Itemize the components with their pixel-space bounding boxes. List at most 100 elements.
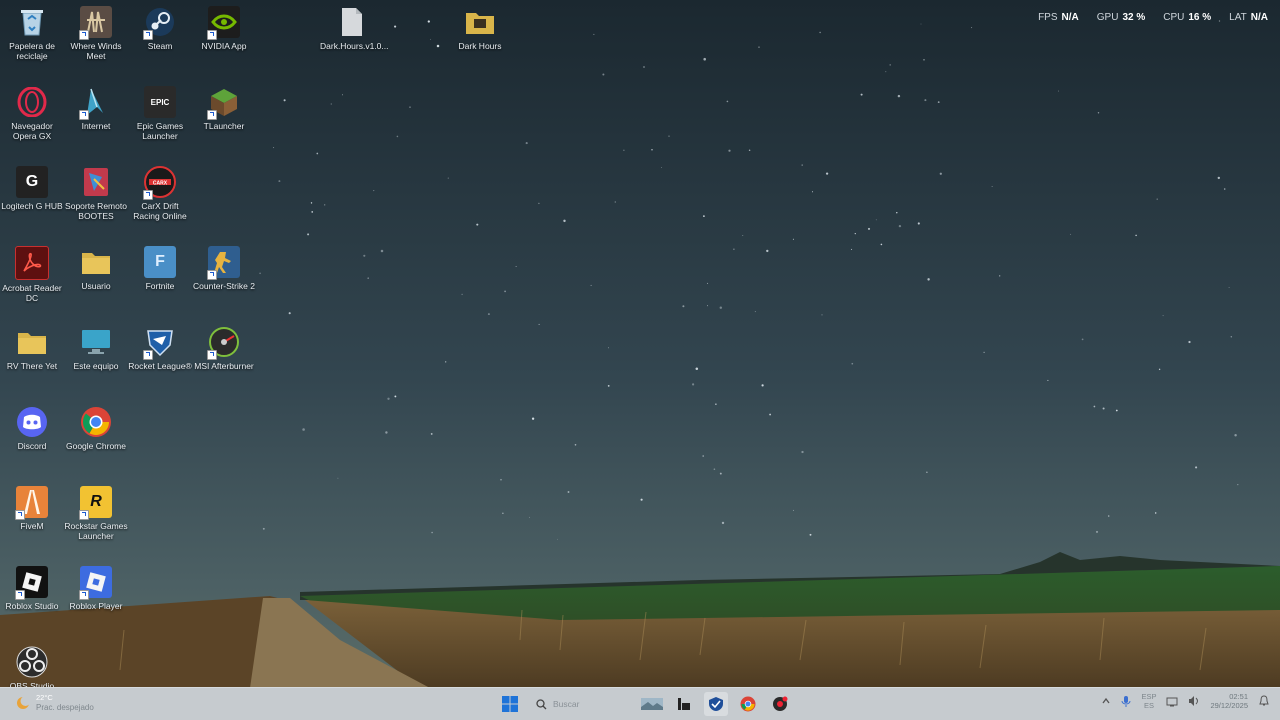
desktop-icon-discord[interactable]: Discord bbox=[0, 406, 64, 451]
weather-widget[interactable]: 22°C Prac. despejado bbox=[16, 693, 94, 712]
star bbox=[302, 428, 305, 431]
desktop-icon-counter-strike-2[interactable]: Counter-Strike 2 bbox=[192, 246, 256, 291]
desktop-icon-rocket-league[interactable]: Rocket League® bbox=[128, 326, 192, 371]
icon-label: Dark.Hours.v1.0... bbox=[320, 41, 389, 51]
desktop-icon-recycle-bin[interactable]: Papelera de reciclaje bbox=[0, 6, 64, 61]
desktop-icon-steam[interactable]: Steam bbox=[128, 6, 192, 51]
this-pc-icon bbox=[80, 326, 112, 358]
star bbox=[429, 38, 431, 40]
star bbox=[1162, 315, 1164, 317]
desktop-icon-opera-gx[interactable]: Navegador Opera GX bbox=[0, 86, 64, 141]
desktop-icon-rockstar-launcher[interactable]: R Rockstar Games Launcher bbox=[64, 486, 128, 541]
star bbox=[801, 164, 803, 166]
desktop-icon-nvidia-app[interactable]: NVIDIA App bbox=[192, 6, 256, 51]
search-placeholder: Buscar bbox=[553, 699, 580, 709]
desktop-icon-msi-afterburner[interactable]: MSI Afterburner bbox=[192, 326, 256, 371]
desktop-icon-fivem[interactable]: FiveM bbox=[0, 486, 64, 531]
desktop-icon-este-equipo[interactable]: Este equipo bbox=[64, 326, 128, 371]
star bbox=[310, 202, 313, 204]
desktop-icon-roblox-player[interactable]: Roblox Player bbox=[64, 566, 128, 611]
network-icon[interactable] bbox=[1166, 695, 1178, 707]
taskbar-security-app[interactable] bbox=[704, 692, 728, 716]
language-indicator[interactable]: ESP ES bbox=[1141, 692, 1156, 710]
star bbox=[999, 275, 1001, 277]
star bbox=[436, 44, 440, 48]
microphone-icon[interactable] bbox=[1121, 695, 1131, 707]
star bbox=[341, 94, 344, 96]
star bbox=[707, 305, 708, 307]
desktop-icon-internet[interactable]: Internet bbox=[64, 86, 128, 131]
star bbox=[851, 248, 853, 250]
desktop-icon-logitech-g-hub[interactable]: G Logitech G HUB bbox=[0, 166, 64, 211]
chrome-icon bbox=[740, 696, 756, 712]
star bbox=[330, 103, 332, 105]
star bbox=[1093, 405, 1096, 408]
star bbox=[563, 219, 566, 223]
star bbox=[1156, 198, 1158, 200]
epic-games-icon: EPIC bbox=[144, 86, 176, 118]
star bbox=[703, 215, 705, 217]
star bbox=[445, 361, 447, 363]
desktop-icon-roblox-studio[interactable]: Roblox Studio bbox=[0, 566, 64, 611]
star bbox=[1154, 512, 1157, 514]
star bbox=[278, 180, 281, 183]
clock[interactable]: 02:51 29/12/2025 bbox=[1210, 692, 1248, 710]
star bbox=[262, 527, 265, 530]
folder-icon bbox=[16, 326, 48, 358]
desktop-icon-google-chrome[interactable]: Google Chrome bbox=[64, 406, 128, 451]
star bbox=[821, 314, 823, 316]
desktop-icon-dark-hours-file[interactable]: Dark.Hours.v1.0... bbox=[320, 6, 389, 51]
star bbox=[504, 290, 507, 293]
taskbar-widgets-button[interactable] bbox=[640, 692, 664, 716]
desktop-icon-rv-there-yet[interactable]: RV There Yet bbox=[0, 326, 64, 371]
star bbox=[1115, 409, 1118, 412]
star bbox=[867, 227, 871, 230]
star bbox=[1097, 112, 1100, 114]
star bbox=[259, 272, 261, 275]
icon-label: Where Winds Meet bbox=[70, 41, 122, 61]
roblox-studio-icon bbox=[15, 566, 48, 600]
shield-icon bbox=[709, 697, 723, 711]
tlauncher-icon bbox=[207, 86, 240, 120]
taskbar-chrome[interactable] bbox=[736, 692, 760, 716]
icon-label: Soporte Remoto BOOTES bbox=[65, 201, 127, 221]
star bbox=[854, 232, 856, 235]
desktop-icon-epic-games[interactable]: EPIC Epic Games Launcher bbox=[128, 86, 192, 141]
weather-condition: Prac. despejado bbox=[36, 703, 94, 712]
folder-icon bbox=[80, 246, 112, 278]
volume-icon[interactable] bbox=[1188, 695, 1200, 707]
notification-bell-icon[interactable] bbox=[1258, 695, 1270, 707]
fps-label: FPS bbox=[1038, 12, 1058, 23]
taskbar-apps: Buscar bbox=[498, 692, 792, 716]
star bbox=[754, 311, 756, 313]
taskbar-app-notification[interactable] bbox=[768, 692, 792, 716]
desktop-icon-tlauncher[interactable]: TLauncher bbox=[192, 86, 256, 131]
steam-icon bbox=[143, 6, 176, 40]
star bbox=[316, 152, 319, 155]
star bbox=[593, 33, 595, 35]
shortcut-arrow-icon bbox=[207, 270, 217, 280]
folder-icon bbox=[464, 6, 496, 38]
taskbar-task-view-button[interactable] bbox=[672, 692, 696, 716]
desktop-icon-remote-support[interactable]: Soporte Remoto BOOTES bbox=[64, 166, 128, 221]
star bbox=[898, 224, 902, 228]
star bbox=[983, 351, 985, 354]
desktop-icon-fortnite[interactable]: F Fortnite bbox=[128, 246, 192, 291]
desktop-icon-dark-hours-folder[interactable]: Dark Hours bbox=[448, 6, 512, 51]
taskbar-search[interactable]: Buscar bbox=[530, 693, 632, 715]
star bbox=[1234, 434, 1237, 437]
star bbox=[769, 413, 772, 416]
star bbox=[528, 516, 530, 518]
star bbox=[728, 149, 731, 152]
desktop-icon-usuario[interactable]: Usuario bbox=[64, 246, 128, 291]
start-button[interactable] bbox=[498, 692, 522, 716]
star bbox=[283, 99, 286, 102]
star bbox=[476, 223, 479, 226]
desktop-icon-where-winds-meet[interactable]: Where Winds Meet bbox=[64, 6, 128, 61]
star bbox=[525, 142, 528, 145]
desktop-icon-obs-studio[interactable]: OBS Studio bbox=[0, 646, 64, 691]
chevron-up-icon[interactable] bbox=[1101, 696, 1111, 706]
where-winds-meet-icon bbox=[79, 6, 112, 40]
desktop-icon-carx[interactable]: CARX CarX Drift Racing Online bbox=[128, 166, 192, 221]
desktop-icon-acrobat-reader[interactable]: Acrobat Reader DC bbox=[0, 246, 64, 303]
